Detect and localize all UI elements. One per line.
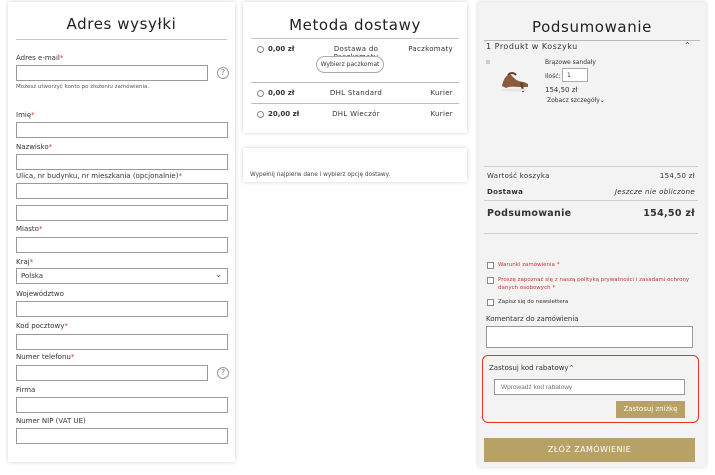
totals-divider bbox=[484, 233, 698, 234]
shipping-info-text: Wypełnij najpierw dane i wybierz opcję d… bbox=[250, 172, 391, 178]
total-value: 154,50 zł bbox=[643, 208, 695, 219]
cart-value-label: Wartość koszyka bbox=[487, 172, 550, 180]
shipping-method-panel: Metoda dostawy 0,00 zł Dostawa do Paczko… bbox=[243, 2, 467, 133]
chevron-up-icon: ⌃ bbox=[568, 364, 575, 372]
chevron-down-icon: ⌄ bbox=[599, 97, 605, 104]
shipping-type: Kurier bbox=[430, 89, 453, 97]
radio-button[interactable] bbox=[257, 90, 264, 97]
phone-field[interactable] bbox=[16, 365, 208, 381]
thumbnail-placeholder-icon bbox=[486, 60, 490, 64]
shipping-info-panel: Wypełnij najpierw dane i wybierz opcję d… bbox=[243, 148, 467, 182]
street-field-1[interactable] bbox=[16, 183, 228, 199]
discount-section: Zastosuj kod rabatowy⌃ Zastosuj zniżkę bbox=[482, 355, 699, 423]
discount-toggle[interactable]: Zastosuj kod rabatowy⌃ bbox=[489, 364, 574, 372]
product-price: 154,50 zł bbox=[545, 86, 578, 94]
email-hint: Możesz utworzyć konto po złożeniu zamówi… bbox=[16, 84, 150, 90]
country-label: Kraj* bbox=[16, 258, 34, 266]
company-field[interactable] bbox=[16, 397, 228, 413]
address-divider bbox=[16, 39, 227, 40]
first-name-field[interactable] bbox=[16, 122, 228, 138]
delivery-label: Dostawa bbox=[487, 188, 524, 196]
terms-checkbox[interactable] bbox=[487, 262, 494, 269]
order-summary-panel: Podsumowanie 1 Produkt w Koszyku ⌃ Brązo… bbox=[478, 2, 706, 467]
email-label: Adres e-mail* bbox=[16, 54, 64, 62]
terms-label[interactable]: Warunki zamówienia * bbox=[498, 262, 559, 268]
city-field[interactable] bbox=[16, 237, 228, 253]
shipping-price: 0,00 zł bbox=[268, 45, 295, 53]
shipping-divider bbox=[251, 38, 459, 39]
last-name-label: Nazwisko* bbox=[16, 143, 53, 151]
phone-label: Numer telefonu* bbox=[16, 353, 75, 361]
quantity-label: Ilość: bbox=[545, 73, 561, 80]
totals-divider bbox=[484, 200, 698, 201]
region-label: Województwo bbox=[16, 290, 64, 298]
help-icon[interactable]: ? bbox=[217, 367, 229, 379]
street-field-2[interactable] bbox=[16, 205, 228, 221]
first-name-label: Imię* bbox=[16, 111, 35, 119]
country-select[interactable]: Polska ⌄ bbox=[16, 268, 228, 284]
shipping-type: Kurier bbox=[430, 110, 453, 118]
company-label: Firma bbox=[16, 386, 36, 394]
shipping-title: Metoda dostawy bbox=[289, 16, 421, 34]
shipping-price: 20,00 zł bbox=[268, 110, 300, 118]
delivery-value: Jeszcze nie obliczone bbox=[614, 188, 695, 196]
summary-title: Podsumowanie bbox=[532, 18, 652, 36]
newsletter-checkbox[interactable] bbox=[487, 299, 494, 306]
apply-discount-button[interactable]: Zastosuj zniżkę bbox=[616, 401, 685, 418]
help-icon[interactable]: ? bbox=[217, 67, 229, 79]
cart-value-row: Wartość koszyka 154,50 zł bbox=[487, 172, 695, 180]
discount-code-input[interactable] bbox=[494, 379, 685, 395]
comment-label: Komentarz do zamówienia bbox=[486, 315, 579, 323]
see-details-link[interactable]: Zobacz szczegóły⌄ bbox=[547, 97, 605, 104]
cart-value: 154,50 zł bbox=[659, 172, 695, 180]
address-title: Adres wysyłki bbox=[66, 15, 177, 33]
vat-field[interactable] bbox=[16, 428, 228, 444]
shipping-type: Paczkomaty bbox=[408, 45, 453, 53]
radio-button[interactable] bbox=[257, 111, 264, 118]
privacy-checkbox[interactable] bbox=[487, 277, 494, 284]
totals-divider bbox=[484, 166, 698, 167]
quantity-field[interactable]: 1 bbox=[562, 68, 588, 82]
privacy-label[interactable]: Proszę zapoznać się z naszą polityką pry… bbox=[498, 276, 693, 292]
shipping-name: DHL Standard bbox=[329, 89, 383, 97]
pick-locker-button[interactable]: Wybierz paczkomat bbox=[316, 56, 384, 73]
shipping-name: DHL Wieczór bbox=[332, 110, 380, 118]
chevron-down-icon: ⌄ bbox=[215, 270, 222, 279]
last-name-field[interactable] bbox=[16, 154, 228, 170]
total-label: Podsumowanie bbox=[487, 208, 572, 219]
shipping-row-divider bbox=[251, 82, 459, 83]
total-row: Podsumowanie 154,50 zł bbox=[487, 208, 695, 219]
postcode-field[interactable] bbox=[16, 334, 228, 350]
summary-divider bbox=[484, 40, 700, 41]
street-label: Ulica, nr budynku, nr mieszkania (opcjon… bbox=[16, 172, 182, 180]
email-field[interactable] bbox=[16, 65, 208, 81]
delivery-row: Dostawa Jeszcze nie obliczone bbox=[487, 188, 695, 196]
cart-header[interactable]: 1 Produkt w Koszyku bbox=[486, 42, 578, 51]
shipping-address-panel: Adres wysyłki Adres e-mail* ? Możesz utw… bbox=[8, 2, 235, 462]
chevron-up-icon[interactable]: ⌃ bbox=[684, 41, 691, 50]
country-value: Polska bbox=[21, 272, 44, 280]
city-label: Miasto* bbox=[16, 225, 43, 233]
shipping-row-divider bbox=[251, 103, 459, 104]
radio-button[interactable] bbox=[257, 46, 264, 53]
postcode-label: Kod pocztowy* bbox=[16, 322, 68, 330]
product-name: Brązowe sandały bbox=[545, 59, 596, 66]
shipping-price: 0,00 zł bbox=[268, 89, 295, 97]
place-order-button[interactable]: ZŁÓŻ ZAMÓWIENIE bbox=[484, 438, 695, 462]
product-image[interactable] bbox=[498, 62, 532, 96]
newsletter-label[interactable]: Zapisz się do newslettera bbox=[498, 299, 568, 305]
vat-label: Numer NIP (VAT UE) bbox=[16, 417, 86, 425]
region-field[interactable] bbox=[16, 301, 228, 317]
comment-textarea[interactable] bbox=[486, 326, 693, 348]
